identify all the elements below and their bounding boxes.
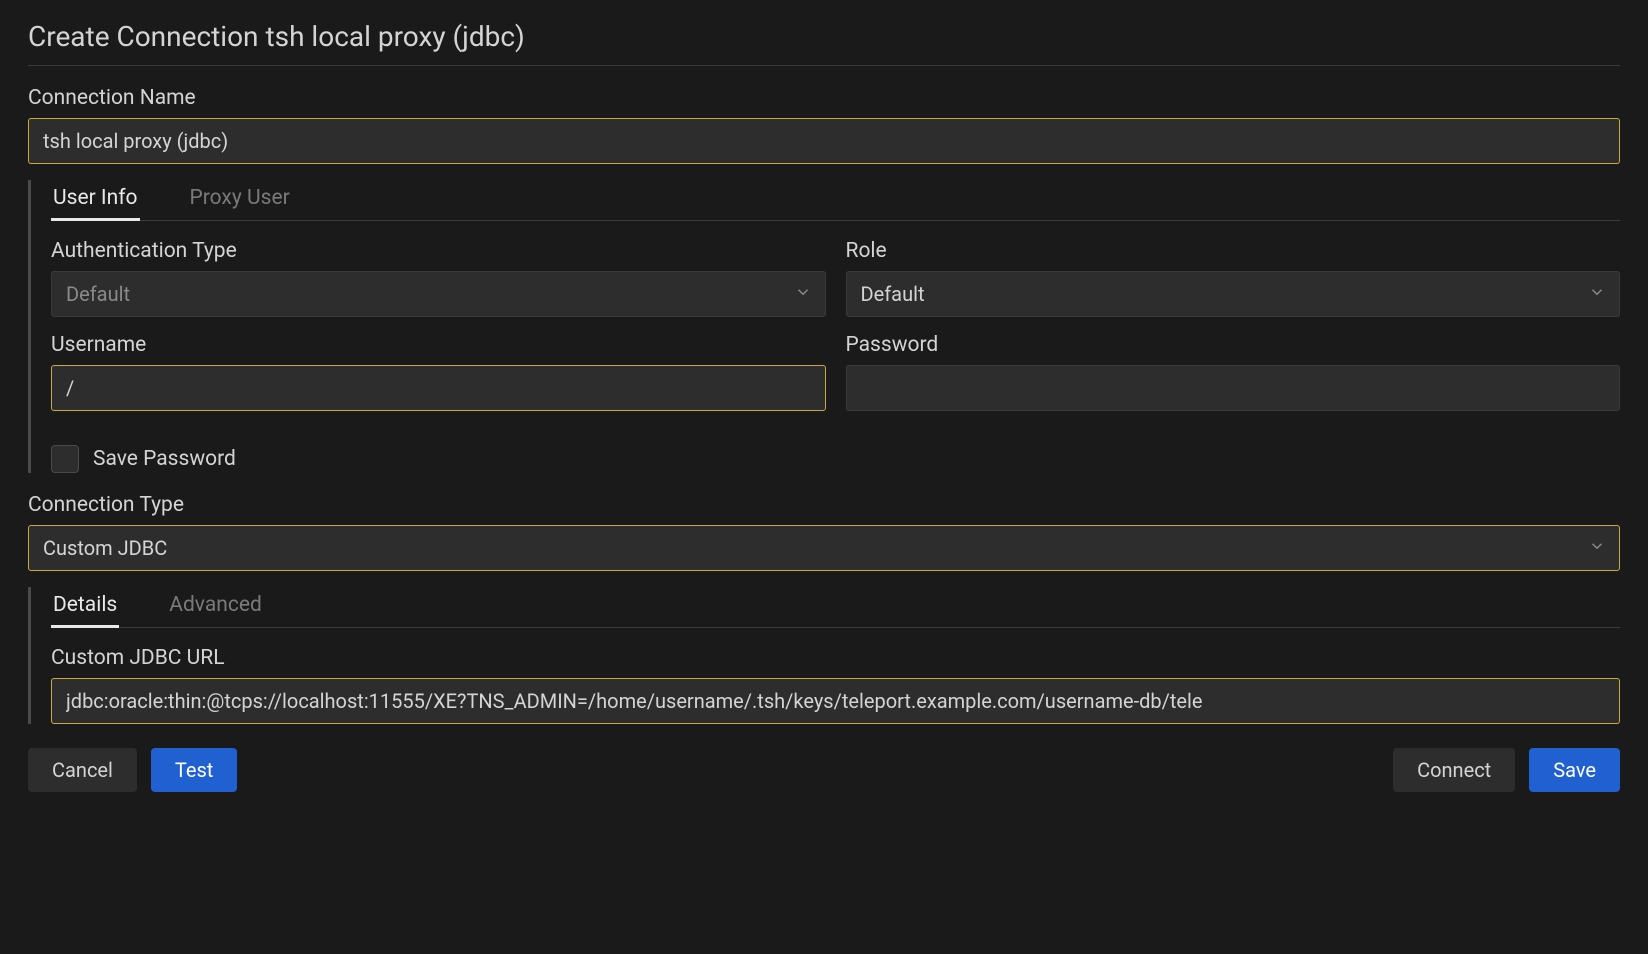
connection-name-group: Connection Name — [28, 86, 1620, 164]
username-group: Username — [51, 333, 826, 411]
jdbc-url-label: Custom JDBC URL — [51, 646, 1620, 670]
role-group: Role Default — [846, 239, 1621, 317]
connect-button[interactable]: Connect — [1393, 748, 1515, 792]
details-tabs: Details Advanced — [51, 587, 1620, 628]
connection-type-group: Connection Type Custom JDBC — [28, 493, 1620, 571]
save-password-row: Save Password — [51, 445, 1620, 473]
connection-name-label: Connection Name — [28, 86, 1620, 110]
tab-user-info[interactable]: User Info — [51, 180, 140, 220]
username-input[interactable] — [51, 365, 826, 411]
connection-type-label: Connection Type — [28, 493, 1620, 517]
dialog-title: Create Connection tsh local proxy (jdbc) — [28, 20, 1620, 66]
auth-type-select[interactable]: Default — [51, 271, 826, 317]
right-buttons: Connect Save — [1393, 748, 1620, 792]
auth-type-label: Authentication Type — [51, 239, 826, 263]
user-info-section: User Info Proxy User Authentication Type… — [28, 180, 1620, 473]
password-input[interactable] — [846, 365, 1621, 411]
save-button[interactable]: Save — [1529, 748, 1620, 792]
save-password-label: Save Password — [93, 447, 236, 471]
connection-type-select[interactable]: Custom JDBC — [28, 525, 1620, 571]
username-label: Username — [51, 333, 826, 357]
jdbc-url-input[interactable] — [51, 678, 1620, 724]
tab-details[interactable]: Details — [51, 587, 119, 627]
jdbc-url-group: Custom JDBC URL — [51, 646, 1620, 724]
password-group: Password — [846, 333, 1621, 411]
connection-name-input[interactable] — [28, 118, 1620, 164]
details-section: Details Advanced Custom JDBC URL — [28, 587, 1620, 724]
user-info-tabs: User Info Proxy User — [51, 180, 1620, 221]
button-row: Cancel Test Connect Save — [28, 748, 1620, 792]
left-buttons: Cancel Test — [28, 748, 237, 792]
save-password-checkbox[interactable] — [51, 445, 79, 473]
auth-type-group: Authentication Type Default — [51, 239, 826, 317]
cancel-button[interactable]: Cancel — [28, 748, 137, 792]
tab-proxy-user[interactable]: Proxy User — [188, 180, 292, 220]
password-label: Password — [846, 333, 1621, 357]
tab-advanced[interactable]: Advanced — [167, 587, 264, 627]
test-button[interactable]: Test — [151, 748, 237, 792]
role-label: Role — [846, 239, 1621, 263]
role-select[interactable]: Default — [846, 271, 1621, 317]
